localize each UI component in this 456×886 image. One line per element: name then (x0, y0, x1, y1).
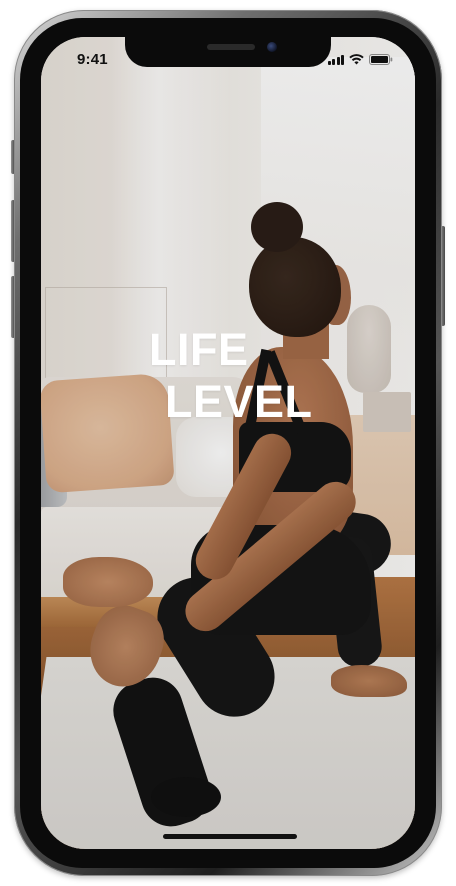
notch (125, 37, 331, 67)
speaker (207, 44, 255, 50)
home-indicator[interactable] (163, 834, 297, 839)
app-title-line-1: LIFE (149, 324, 249, 375)
device-mockup: 9:41 LIFE LEVEL (0, 0, 456, 886)
status-time: 9:41 (77, 51, 108, 68)
battery-icon (369, 54, 393, 65)
status-icons (327, 54, 394, 65)
photo-overlay (41, 37, 415, 849)
wifi-icon (349, 54, 364, 65)
status-bar: 9:41 (41, 37, 415, 83)
front-camera (267, 42, 277, 52)
cellular-signal-icon (327, 54, 344, 65)
app-screen: 9:41 LIFE LEVEL (41, 37, 415, 849)
app-title-line-2: LEVEL (165, 376, 313, 427)
